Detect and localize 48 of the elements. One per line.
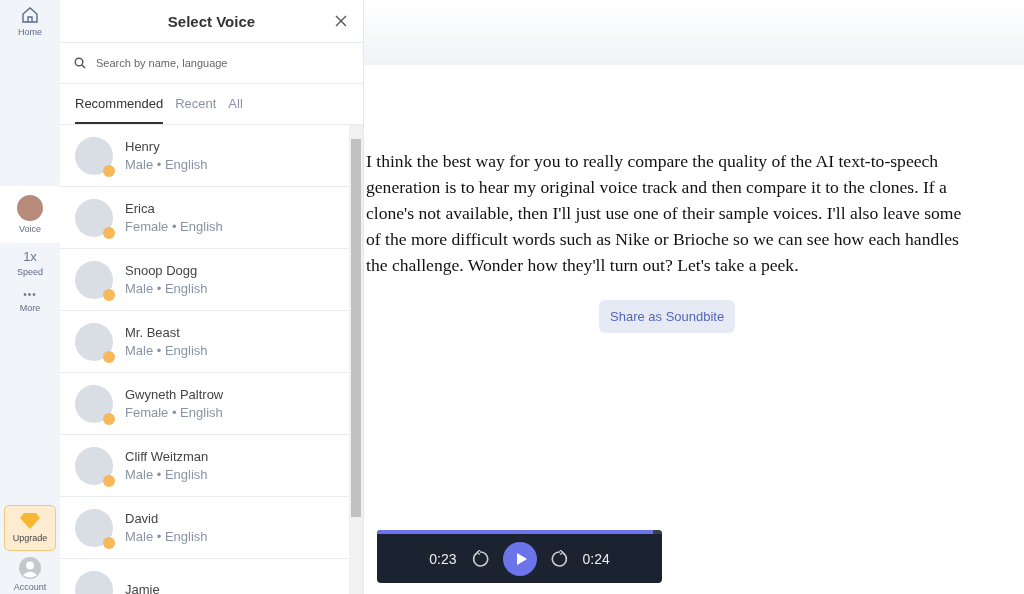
- nav-item[interactable]: Home: [0, 0, 60, 44]
- speaker-name: Mr. Beast: [125, 325, 181, 340]
- panel-title: Select Voice: [167, 12, 256, 30]
- home-icon: [21, 6, 39, 24]
- upgrade-button[interactable]: Upgrade: [4, 505, 56, 551]
- nav-item[interactable]: ••• More: [0, 283, 60, 319]
- speaker-details: Female • English: [125, 219, 223, 234]
- speaker-details: Male • English: [125, 343, 208, 358]
- search-field[interactable]: Search by name, language: [94, 56, 349, 70]
- speaker-details: Male • English: [125, 281, 208, 296]
- elapsed-time: 0:23: [429, 550, 457, 567]
- nav-item[interactable]: Voice: [0, 186, 60, 243]
- scrollbar[interactable]: [349, 125, 363, 594]
- rewind-icon[interactable]: [470, 549, 489, 568]
- forward-icon[interactable]: [550, 549, 569, 568]
- speaker-name: David: [125, 511, 160, 526]
- speaker-name: Cliff Weitzman: [125, 449, 209, 464]
- search-icon: [74, 57, 86, 69]
- speaker-row[interactable]: Snoop Dogg Male • English: [60, 249, 349, 311]
- speaker-row[interactable]: Cliff Weitzman Male • English: [60, 435, 349, 497]
- play-icon: [514, 551, 528, 566]
- diamond-icon: [20, 513, 40, 529]
- speaker-details: Male • English: [125, 467, 209, 482]
- account-button[interactable]: Account: [0, 557, 60, 592]
- document-text: I think the best way for you to really compare the quality of the AI text-to-speech generation is to hear my original voice track and then compare it to the clones. If a clone's not available, then I'll just use one of their sample voices. I'll also leave some of the more difficult words such as Nike or Brioche so we can see how each handles the challenge. Wonder how they'll turn out? Let's take a peek.: [366, 150, 963, 277]
- play-button[interactable]: [502, 541, 537, 576]
- user-icon: [19, 557, 41, 579]
- speaker-row[interactable]: Erica Female • English: [60, 187, 349, 249]
- remaining-time: 0:24: [582, 550, 610, 567]
- speaker-name: Jamie: [125, 582, 160, 594]
- speaker-row[interactable]: Jamie: [60, 559, 349, 594]
- speaker-row[interactable]: David Male • English: [60, 497, 349, 559]
- speaker-name: Snoop Dogg: [125, 263, 199, 278]
- speaker-name: Gwyneth Paltrow: [125, 387, 224, 402]
- close-icon[interactable]: [333, 13, 349, 29]
- speaker-name: Erica: [125, 201, 156, 216]
- tab[interactable]: Recommended: [75, 84, 164, 124]
- speaker-details: Male • English: [125, 529, 208, 544]
- speaker-name: Henry: [125, 139, 161, 154]
- avatar-icon: [17, 195, 43, 221]
- speaker-row[interactable]: Gwyneth Paltrow Female • English: [60, 373, 349, 435]
- nav-item[interactable]: 1x Speed: [0, 243, 60, 283]
- share-button[interactable]: Share as Soundbite: [599, 300, 736, 333]
- speaker-row[interactable]: Mr. Beast Male • English: [60, 311, 349, 373]
- progress-bar[interactable]: [377, 530, 662, 534]
- speaker-details: Female • English: [125, 405, 224, 420]
- speaker-details: Male • English: [125, 157, 208, 172]
- speaker-row[interactable]: Henry Male • English: [60, 125, 349, 187]
